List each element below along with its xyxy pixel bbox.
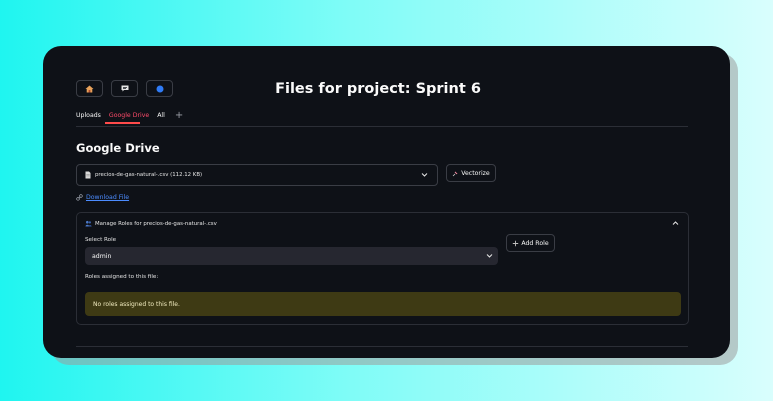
home-icon	[85, 85, 94, 92]
manage-roles-expander: Manage Roles for precios-de-gas-natural-…	[76, 212, 689, 325]
tab-bar: Uploads Google Drive All +	[76, 110, 183, 120]
active-tab-indicator	[105, 122, 140, 124]
tab-google-drive[interactable]: Google Drive	[109, 112, 149, 119]
document-icon	[85, 171, 91, 179]
chevron-down-icon	[486, 254, 493, 258]
expander-title: Manage Roles for precios-de-gas-natural-…	[95, 220, 217, 227]
page-title: Files for project: Sprint 6	[275, 81, 481, 97]
no-roles-warning: No roles assigned to this file.	[85, 292, 681, 316]
plus-icon	[513, 240, 519, 246]
add-role-button[interactable]: Add Role	[506, 234, 555, 252]
chat-button[interactable]	[111, 80, 138, 97]
pin-icon	[452, 171, 458, 176]
tab-uploads[interactable]: Uploads	[76, 112, 101, 119]
file-select[interactable]: precios-de-gas-natural-.csv (112.12 KB)	[76, 164, 438, 186]
status-button[interactable]	[146, 80, 173, 97]
roles-assigned-label: Roles assigned to this file:	[85, 274, 159, 280]
people-icon	[85, 220, 92, 227]
vectorize-label: Vectorize	[461, 169, 490, 177]
role-select-value: admin	[92, 252, 112, 260]
role-select[interactable]: admin	[85, 247, 498, 265]
chat-bubble-icon	[121, 85, 128, 92]
link-icon	[76, 194, 83, 201]
chevron-up-icon[interactable]	[672, 220, 679, 227]
app-window: Files for project: Sprint 6 Uploads Goog…	[43, 46, 730, 358]
select-role-label: Select Role	[85, 237, 117, 243]
blue-circle-icon	[156, 85, 163, 92]
section-heading: Google Drive	[76, 141, 160, 155]
download-file-link[interactable]: Download File	[76, 194, 129, 201]
bottom-divider	[76, 346, 688, 347]
file-select-value: precios-de-gas-natural-.csv (112.12 KB)	[95, 172, 203, 178]
home-button[interactable]	[76, 80, 103, 97]
tab-all[interactable]: All	[157, 112, 165, 119]
chevron-down-icon	[421, 173, 428, 177]
add-role-label: Add Role	[521, 239, 549, 247]
vectorize-button[interactable]: Vectorize	[446, 164, 496, 182]
expander-header[interactable]: Manage Roles for precios-de-gas-natural-…	[85, 220, 217, 227]
add-tab-icon[interactable]: +	[175, 110, 183, 120]
download-file-label: Download File	[86, 194, 130, 201]
tab-divider	[76, 126, 688, 127]
